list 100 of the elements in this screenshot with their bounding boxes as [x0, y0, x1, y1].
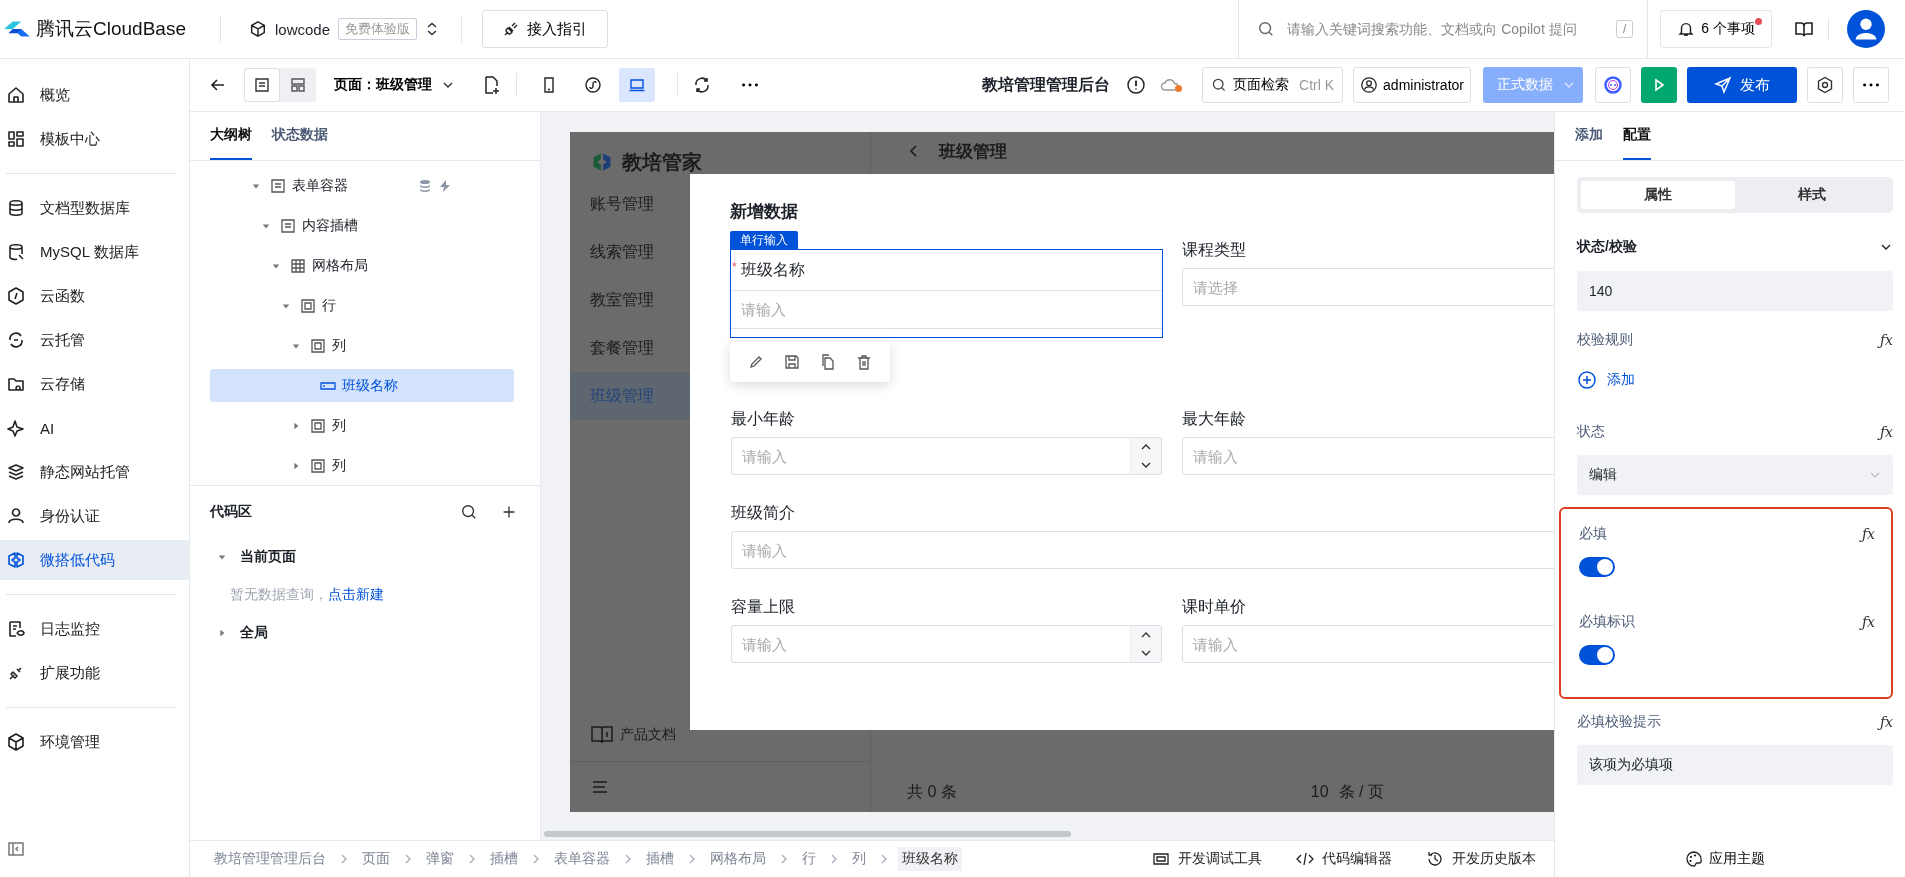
tool-button[interactable]: 开发调试工具 — [1146, 849, 1268, 869]
tree-item[interactable]: 列 — [210, 329, 514, 362]
breadcrumb-item[interactable]: 插槽 — [486, 847, 522, 871]
input-field[interactable]: 请输入 — [1182, 625, 1554, 663]
segment-tab[interactable]: 属性 — [1581, 181, 1735, 209]
scrollbar[interactable] — [544, 831, 1071, 837]
edit-icon[interactable] — [748, 354, 764, 370]
selected-component-frame[interactable]: * 班级名称 请输入 — [730, 249, 1163, 338]
formula-icon[interactable]: ƒx — [1861, 526, 1875, 542]
input-field[interactable]: 请输入 — [731, 531, 1554, 569]
nav-item[interactable]: MySQL 数据库 — [0, 232, 189, 272]
publish-button[interactable]: 发布 — [1687, 67, 1797, 103]
search-icon[interactable] — [460, 503, 478, 521]
select-field[interactable]: 编辑 — [1577, 455, 1893, 495]
panel-tab[interactable]: 配置 — [1623, 112, 1651, 160]
collapse-icon[interactable] — [6, 839, 26, 859]
panel-tab[interactable]: 添加 — [1575, 112, 1603, 160]
up-caret-icon[interactable] — [1140, 631, 1152, 639]
desktop-button[interactable] — [619, 68, 655, 102]
group-title[interactable]: 全局 — [240, 624, 268, 642]
nav-item[interactable]: 云存储 — [0, 364, 189, 404]
formula-icon[interactable]: ƒx — [1879, 714, 1893, 730]
formula-icon[interactable]: ƒx — [1879, 332, 1893, 348]
formula-icon[interactable]: ƒx — [1879, 424, 1893, 440]
breadcrumb-item[interactable]: 表单容器 — [550, 847, 614, 871]
input-field[interactable]: 请输入 — [1182, 437, 1554, 475]
nav-item[interactable]: 环境管理 — [0, 722, 189, 762]
nav-item[interactable]: 微搭低代码 — [0, 540, 189, 580]
info-icon[interactable] — [1126, 75, 1147, 95]
collapsed-caret-icon[interactable] — [292, 461, 300, 470]
save-icon[interactable] — [784, 354, 800, 370]
expanded-caret-icon[interactable] — [282, 301, 290, 310]
add-page-icon[interactable] — [482, 75, 502, 95]
tree-item[interactable]: 班级名称 — [210, 369, 514, 402]
copy-icon[interactable] — [820, 354, 836, 370]
input-field[interactable]: 140 — [1577, 271, 1893, 311]
expanded-caret-icon[interactable] — [218, 553, 226, 561]
toggle-switch[interactable] — [1579, 557, 1615, 577]
breadcrumb-item[interactable]: 行 — [798, 847, 820, 871]
guide-button[interactable]: 接入指引 — [482, 10, 609, 48]
nav-item[interactable]: 身份认证 — [0, 496, 189, 536]
more-icon[interactable] — [742, 83, 758, 87]
tree-item[interactable]: 表单容器 — [210, 169, 514, 202]
nav-item[interactable]: 云函数 — [0, 276, 189, 316]
input-field[interactable]: 该项为必填项 — [1577, 745, 1893, 785]
nav-item[interactable]: AI — [0, 408, 189, 448]
settings-button[interactable] — [1807, 67, 1843, 103]
down-caret-icon[interactable] — [1140, 649, 1152, 657]
breadcrumb-item[interactable]: 网格布局 — [706, 847, 770, 871]
create-link[interactable]: 点击新建 — [328, 586, 384, 604]
tree-item[interactable]: 列 — [210, 449, 514, 482]
env-name[interactable]: lowcode — [275, 20, 331, 38]
tool-button[interactable]: 开发历史版本 — [1420, 849, 1542, 869]
page-select[interactable]: 页面：班级管理 — [328, 75, 460, 95]
breadcrumb-item[interactable]: 弹窗 — [422, 847, 458, 871]
expanded-caret-icon[interactable] — [252, 181, 260, 190]
tree-item[interactable]: 行 — [210, 289, 514, 322]
panel-tab[interactable]: 大纲树 — [210, 112, 252, 160]
formula-icon[interactable]: ƒx — [1861, 614, 1875, 630]
breadcrumb-item[interactable]: 班级名称 — [898, 847, 962, 871]
nav-item[interactable]: 静态网站托管 — [0, 452, 189, 492]
collapsed-caret-icon[interactable] — [292, 421, 300, 430]
breadcrumb-item[interactable]: 教培管理管理后台 — [210, 847, 330, 871]
select-field[interactable]: 请选择 — [1182, 268, 1554, 306]
toggle-switch[interactable] — [1579, 645, 1615, 665]
tree-item[interactable]: 网格布局 — [210, 249, 514, 282]
up-caret-icon[interactable] — [1140, 443, 1152, 451]
breadcrumb-item[interactable]: 插槽 — [642, 847, 678, 871]
page-search-button[interactable]: 页面检索 Ctrl K — [1202, 67, 1344, 103]
breadcrumb-item[interactable]: 列 — [848, 847, 870, 871]
breadcrumb-item[interactable]: 页面 — [358, 847, 394, 871]
nav-item[interactable]: 扩展功能 — [0, 653, 189, 693]
copilot-button[interactable] — [1595, 67, 1631, 103]
book-icon[interactable] — [1794, 19, 1814, 39]
outline-view-button[interactable] — [244, 68, 280, 102]
panel-tab[interactable]: 状态数据 — [272, 112, 328, 160]
expanded-caret-icon[interactable] — [292, 341, 300, 350]
tree-item[interactable]: 列 — [210, 409, 514, 442]
expanded-caret-icon[interactable] — [272, 261, 280, 270]
nav-item[interactable]: 云托管 — [0, 320, 189, 360]
number-field[interactable]: 请输入 — [731, 625, 1130, 663]
collapsed-caret-icon[interactable] — [218, 629, 226, 637]
segment-tab[interactable]: 样式 — [1735, 181, 1889, 209]
add-rule-button[interactable]: 添加 — [1577, 363, 1635, 397]
number-field[interactable]: 请输入 — [731, 437, 1130, 475]
search-field[interactable]: 请输入关键词搜索功能、文档或向 Copilot 提问 — [1285, 20, 1606, 38]
refresh-icon[interactable] — [692, 75, 712, 95]
nav-item[interactable]: 文档型数据库 — [0, 188, 189, 228]
nav-item[interactable]: 概览 — [0, 75, 189, 115]
avatar[interactable] — [1847, 10, 1885, 48]
notifications-button[interactable]: 6 个事项 — [1660, 10, 1772, 48]
tree-item[interactable]: 内容插槽 — [210, 209, 514, 242]
user-button[interactable]: administrator — [1353, 67, 1471, 103]
group-title[interactable]: 当前页面 — [240, 548, 296, 566]
down-caret-icon[interactable] — [1140, 461, 1152, 469]
nav-item[interactable]: 日志监控 — [0, 609, 189, 649]
nav-item[interactable]: 模板中心 — [0, 119, 189, 159]
tool-button[interactable]: 代码编辑器 — [1290, 849, 1398, 869]
delete-icon[interactable] — [856, 354, 872, 370]
expanded-caret-icon[interactable] — [262, 221, 270, 230]
